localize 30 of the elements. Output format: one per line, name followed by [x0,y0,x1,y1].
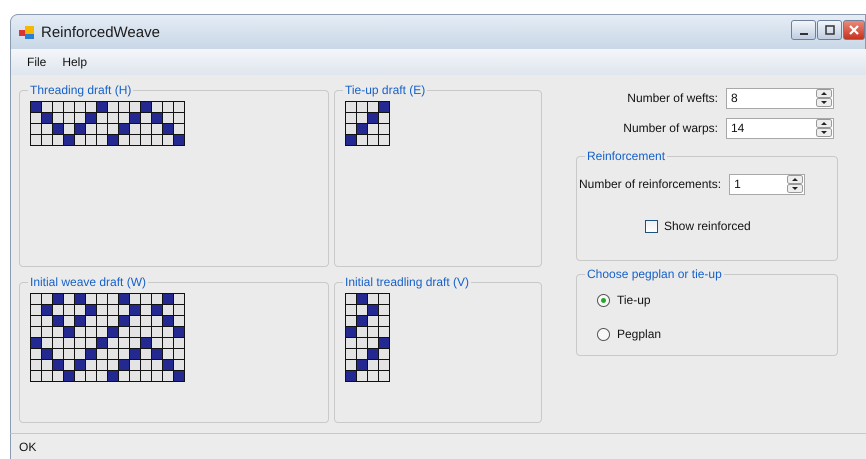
show-reinforced-checkbox[interactable]: Show reinforced [645,219,827,233]
number-field[interactable]: 1 [729,174,806,194]
group-title: Choose pegplan or tie-up [586,267,723,281]
number-field[interactable]: 14 [726,118,834,138]
field-label: Number of wefts: [627,91,718,105]
maximize-icon [824,25,834,35]
window-title: ReinforcedWeave [41,24,160,40]
group-title: Reinforcement [586,149,666,163]
number-field[interactable]: 8 [726,88,834,108]
group-title: Initial weave draft (W) [29,275,148,289]
close-button[interactable] [843,20,865,40]
menu-item[interactable]: Help [58,53,96,71]
radio-button[interactable]: Tie-up [597,293,827,307]
spin-arrows-icon [787,175,804,193]
field-label: Number of warps: [623,121,718,135]
minimize-icon [800,33,808,35]
close-icon [848,24,860,36]
radio-button[interactable]: Pegplan [597,327,827,341]
app-icon [19,24,35,40]
maximize-button[interactable] [817,20,842,40]
field-label: Number of reinforcements: [579,177,722,191]
spin-arrows-icon [816,119,832,137]
menu-item[interactable]: File [23,53,54,71]
spin-arrows-icon [816,89,832,107]
status-text: OK [19,440,36,454]
group-title: Initial treadling draft (V) [344,275,470,289]
draft-grid [345,101,390,146]
group-title: Tie-up draft (E) [344,83,426,97]
group-title: Threading draft (H) [29,83,132,97]
minimize-button[interactable] [791,20,816,40]
